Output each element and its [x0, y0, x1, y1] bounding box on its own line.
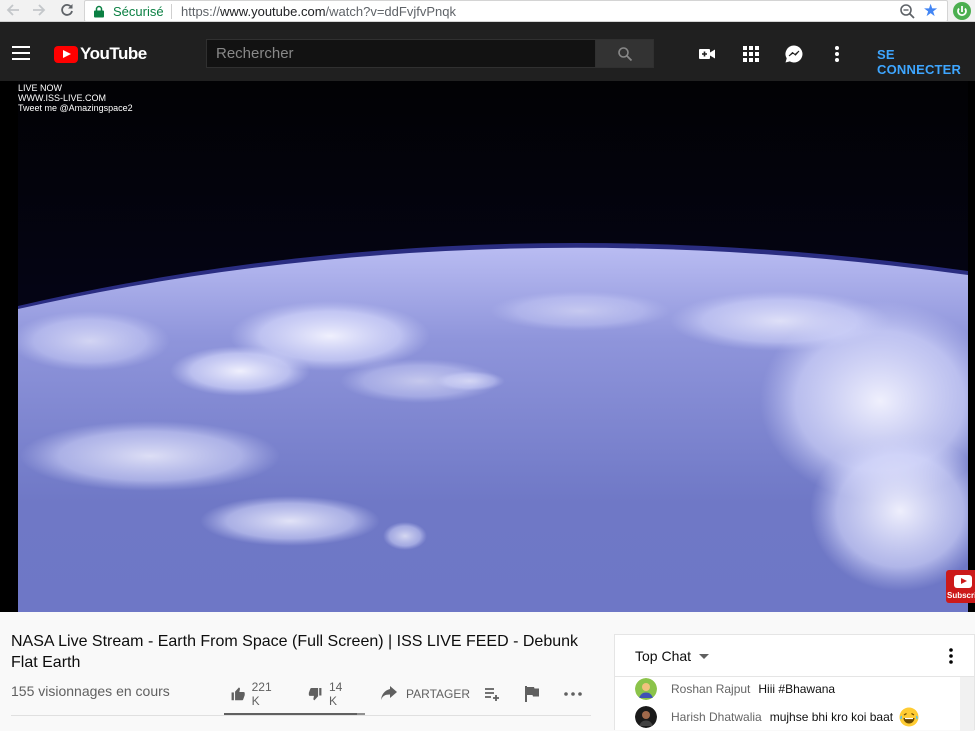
- zoom-icon[interactable]: [899, 3, 916, 20]
- like-button[interactable]: 221 K: [230, 680, 276, 708]
- youtube-masthead: YouTube SE CONNECTER: [0, 22, 975, 81]
- chat-text: Hiii #Bhawana: [758, 682, 836, 696]
- playlist-add-icon: [485, 688, 499, 701]
- thumbs-down-icon: [308, 688, 322, 701]
- chat-scrollbar[interactable]: [960, 677, 974, 731]
- address-bar[interactable]: Sécurisé https://www.youtube.com/watch?v…: [84, 0, 948, 22]
- chat-mode-label: Top Chat: [635, 648, 692, 664]
- overlay-site: WWW.ISS-LIVE.COM: [18, 93, 107, 103]
- search-icon: [617, 47, 632, 62]
- avatar[interactable]: [635, 678, 657, 700]
- omnibox-separator: [171, 4, 172, 19]
- chat-message: Roshan Rajput Hiii #Bhawana: [635, 678, 835, 700]
- back-arrow-icon[interactable]: [4, 2, 22, 20]
- add-to-playlist-button[interactable]: [483, 682, 501, 706]
- chat-author[interactable]: Roshan Rajput: [671, 682, 750, 696]
- chat-mode-dropdown[interactable]: Top Chat: [635, 648, 710, 664]
- chat-text: mujhse bhi kro koi baat: [769, 710, 894, 724]
- youtube-play-icon: [954, 575, 972, 588]
- like-count: 221 K: [251, 680, 272, 708]
- bookmark-star-icon[interactable]: ★: [923, 2, 941, 20]
- chat-header: Top Chat: [615, 635, 975, 677]
- overlay-live-now: LIVE NOW: [18, 83, 63, 93]
- live-chat: Top Chat Roshan Rajput Hiii #Bhawana Har…: [614, 634, 975, 731]
- dislike-count: 14 K: [328, 680, 343, 708]
- browser-toolbar: Sécurisé https://www.youtube.com/watch?v…: [0, 0, 975, 22]
- reload-icon[interactable]: [58, 2, 76, 20]
- video-overlay-text: LIVE NOW WWW.ISS-LIVE.COM Tweet me @Amaz…: [18, 83, 133, 113]
- url-text[interactable]: https://www.youtube.com/watch?v=ddFvjfvP…: [181, 4, 456, 19]
- youtube-logo-text: YouTube: [80, 44, 147, 63]
- view-count: 155 visionnages en cours: [11, 683, 170, 699]
- report-button[interactable]: [524, 682, 540, 706]
- url-scheme: https://: [181, 4, 221, 19]
- share-button[interactable]: PARTAGER: [380, 682, 470, 706]
- chat-more-vert-icon[interactable]: [945, 647, 957, 665]
- forward-arrow-icon[interactable]: [30, 2, 48, 20]
- flag-icon: [525, 686, 539, 702]
- avatar[interactable]: [635, 706, 657, 728]
- earth-from-space-video-frame: [0, 81, 975, 612]
- more-vert-icon[interactable]: [826, 43, 848, 65]
- messages-icon[interactable]: [783, 43, 805, 65]
- share-label: PARTAGER: [406, 687, 471, 701]
- lock-icon: [94, 5, 104, 18]
- apps-grid-icon[interactable]: [740, 43, 762, 65]
- more-actions-button[interactable]: [563, 682, 583, 706]
- video-info-area: NASA Live Stream - Earth From Space (Ful…: [0, 612, 975, 731]
- url-host: www.youtube.com: [220, 4, 326, 19]
- divider: [11, 715, 591, 716]
- dislike-button[interactable]: 14 K: [308, 680, 347, 708]
- more-horiz-icon: [564, 692, 582, 696]
- search-input[interactable]: [206, 39, 596, 68]
- video-player[interactable]: LIVE NOW WWW.ISS-LIVE.COM Tweet me @Amaz…: [0, 81, 975, 612]
- subscribe-label: Subscribe: [947, 591, 975, 600]
- sign-in-button[interactable]: SE CONNECTER: [877, 47, 975, 77]
- thumbs-up-icon: [231, 687, 245, 701]
- chat-message: Harish Dhatwalia mujhse bhi kro koi baat: [635, 706, 919, 728]
- dropdown-caret-icon: [699, 653, 710, 659]
- extension-icon[interactable]: [953, 2, 971, 20]
- secure-label: Sécurisé: [113, 4, 164, 19]
- video-title: NASA Live Stream - Earth From Space (Ful…: [11, 633, 579, 671]
- subscribe-watermark-button[interactable]: Subscribe: [946, 570, 975, 603]
- youtube-logo-icon: [54, 45, 78, 63]
- guide-menu-icon[interactable]: [12, 46, 30, 60]
- search-button[interactable]: [595, 39, 654, 68]
- laughing-emoji-icon: [899, 707, 919, 727]
- chat-author[interactable]: Harish Dhatwalia: [671, 710, 762, 724]
- overlay-twitter: Tweet me @Amazingspace2: [18, 103, 133, 113]
- share-arrow-icon: [381, 686, 397, 700]
- create-video-icon[interactable]: [696, 43, 718, 65]
- url-path: /watch?v=ddFvjfvPnqk: [325, 4, 456, 19]
- youtube-logo[interactable]: YouTube: [54, 44, 147, 64]
